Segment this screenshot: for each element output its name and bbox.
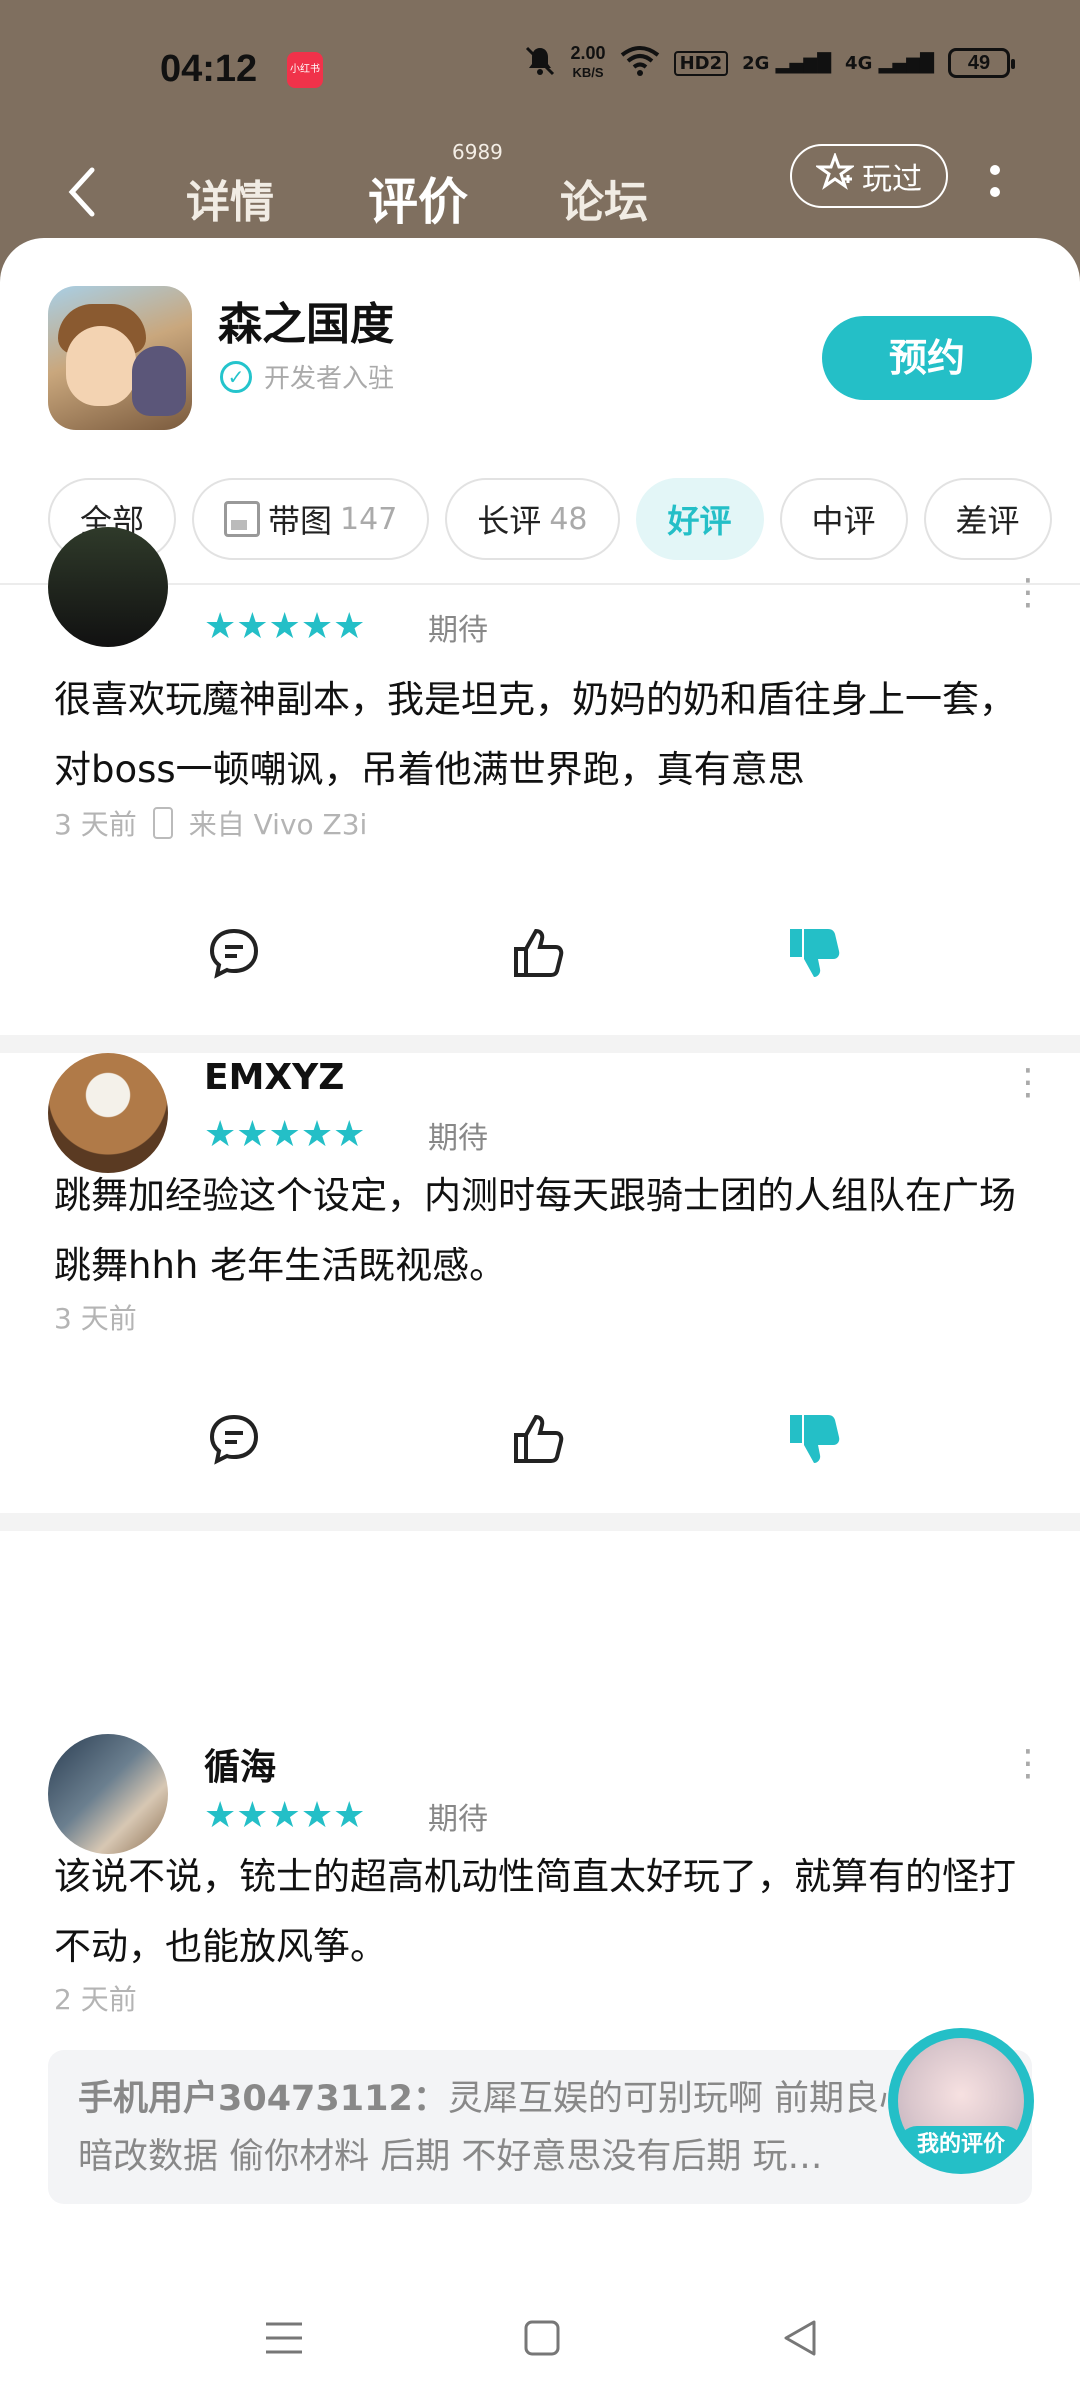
back-icon[interactable] (780, 2318, 820, 2369)
more-vertical-icon[interactable] (988, 160, 1002, 212)
filter-long[interactable]: 长评 48 (445, 478, 620, 560)
verified-check-icon: ✓ (220, 360, 252, 393)
tab-details[interactable]: 详情 (186, 166, 274, 230)
review-meta: 2 天前 (54, 1978, 137, 2018)
review-time: 2 天前 (54, 1983, 137, 2016)
review-text[interactable]: 跳舞加经验这个设定，内测时每天跟骑士团的人组队在广场跳舞hhh 老年生活既视感。 (54, 1161, 1034, 1301)
home-icon[interactable] (522, 2318, 562, 2369)
review-tag: 期待 (428, 613, 488, 648)
review-text[interactable]: 该说不说，铳士的超高机动性简直太好玩了，就算有的怪打不动，也能放风筝。 (54, 1842, 1034, 1982)
speed-unit: KB/S (572, 65, 604, 80)
game-icon[interactable] (48, 286, 192, 430)
reply-user[interactable]: 手机用户30473112： (78, 2079, 448, 2119)
mute-icon (523, 44, 557, 82)
rating-stars: ★★★★★ (204, 1114, 366, 1155)
review-time: 3 天前 (54, 1302, 137, 1335)
status-bar: 04:12 小红书 2.00 KB/S HD2 2G ▂▄▆█ 4G ▂▄▆█ 4… (0, 0, 1080, 140)
speed-value: 2.00 (570, 43, 606, 63)
more-icon[interactable]: ⋮ (1010, 575, 1046, 611)
thumbs-up-icon[interactable] (510, 925, 570, 985)
image-icon (224, 501, 261, 537)
comment-icon[interactable] (206, 925, 266, 985)
developer-label: 开发者入驻 (264, 364, 395, 394)
filter-with-images[interactable]: 带图 147 (192, 478, 430, 560)
filter-positive[interactable]: 好评 (635, 478, 764, 560)
game-header: 森之国度 ✓ 开发者入驻 预约 全部 带图 147 长评 48 好评 中评 差评 (0, 238, 1080, 583)
signal-2g-label: 2G (742, 52, 770, 74)
filter-neutral-label: 中评 (811, 502, 876, 540)
review-separator (0, 1513, 1080, 1531)
signal-4g-label: 4G (845, 52, 873, 74)
review-time: 3 天前 (54, 808, 137, 841)
developer-verified: ✓ 开发者入驻 (220, 358, 394, 395)
rating-stars: ★★★★★ (204, 606, 366, 647)
status-icons: 2.00 KB/S HD2 2G ▂▄▆█ 4G ▂▄▆█ 49 (523, 44, 1015, 82)
xiaohongshu-icon: 小红书 (287, 52, 323, 88)
played-label: 玩过 (862, 162, 922, 197)
comment-icon[interactable] (206, 1411, 266, 1471)
reserve-button[interactable]: 预约 (822, 316, 1032, 400)
filter-images-count: 147 (340, 501, 398, 537)
review-meta: 3 天前 来自 Vivo Z3i (54, 803, 367, 843)
wifi-icon (620, 45, 660, 81)
filter-neutral[interactable]: 中评 (779, 478, 908, 560)
more-icon[interactable]: ⋮ (1010, 1065, 1046, 1101)
filter-long-label: 长评 (477, 502, 542, 540)
rating-stars: ★★★★★ (204, 1795, 366, 1836)
filter-negative[interactable]: 差评 (923, 478, 1052, 560)
review-meta: 3 天前 (54, 1297, 137, 1337)
reviews-count: 6989 (452, 140, 503, 164)
filter-long-count: 48 (549, 501, 588, 537)
more-icon[interactable]: ⋮ (1010, 1746, 1046, 1782)
review-tag: 期待 (428, 1121, 488, 1156)
avatar[interactable] (48, 1053, 168, 1173)
review-actions (0, 925, 1080, 985)
filter-positive-label: 好评 (667, 502, 732, 540)
tab-forum[interactable]: 论坛 (560, 166, 648, 230)
played-button[interactable]: 玩过 (790, 144, 948, 208)
phone-icon (152, 807, 173, 839)
status-time: 04:12 (160, 48, 258, 90)
menu-icon[interactable] (262, 2318, 306, 2369)
thumbs-up-icon[interactable] (510, 1411, 570, 1471)
network-speed: 2.00 KB/S (571, 44, 606, 82)
my-review-label: 我的评价 (898, 2126, 1024, 2164)
filter-negative-label: 差评 (955, 502, 1020, 540)
game-title: 森之国度 (218, 299, 394, 350)
filter-images-label: 带图 (268, 502, 333, 540)
review-separator (0, 1035, 1080, 1053)
signal-2g-icon: 2G ▂▄▆█ (742, 52, 832, 74)
username[interactable]: 循海 (204, 1738, 276, 1790)
thumbs-down-icon[interactable] (786, 925, 846, 985)
tab-reviews[interactable]: 评价 (368, 162, 468, 234)
avatar[interactable] (48, 527, 168, 647)
reply-preview[interactable]: 手机用户30473112：灵犀互娱的可别玩啊 前期良心 中期暗改数据 偷你材料 … (48, 2050, 1032, 2204)
username[interactable]: EMXYZ (204, 1057, 344, 1098)
top-nav: 详情 评价 6989 论坛 玩过 (0, 140, 1080, 240)
review-filters: 全部 带图 147 长评 48 好评 中评 差评 (48, 478, 1052, 562)
review-text[interactable]: 很喜欢玩魔神副本，我是坦克，奶妈的奶和盾往身上一套，对boss一顿嘲讽，吊着他满… (54, 665, 1034, 805)
system-nav-bar (0, 2290, 1080, 2400)
review-actions (0, 1411, 1080, 1471)
review-device: 来自 Vivo Z3i (188, 808, 368, 841)
review-tag: 期待 (428, 1802, 488, 1837)
star-plus-icon (814, 151, 856, 199)
thumbs-down-icon[interactable] (786, 1411, 846, 1471)
hd-voice-badge: HD2 (673, 50, 729, 76)
signal-4g-icon: 4G ▂▄▆█ (845, 52, 934, 74)
avatar[interactable] (48, 1734, 168, 1854)
my-review-button[interactable]: 我的评价 (888, 2028, 1034, 2174)
battery-icon: 49 (948, 48, 1015, 78)
back-arrow-icon[interactable] (62, 162, 102, 232)
